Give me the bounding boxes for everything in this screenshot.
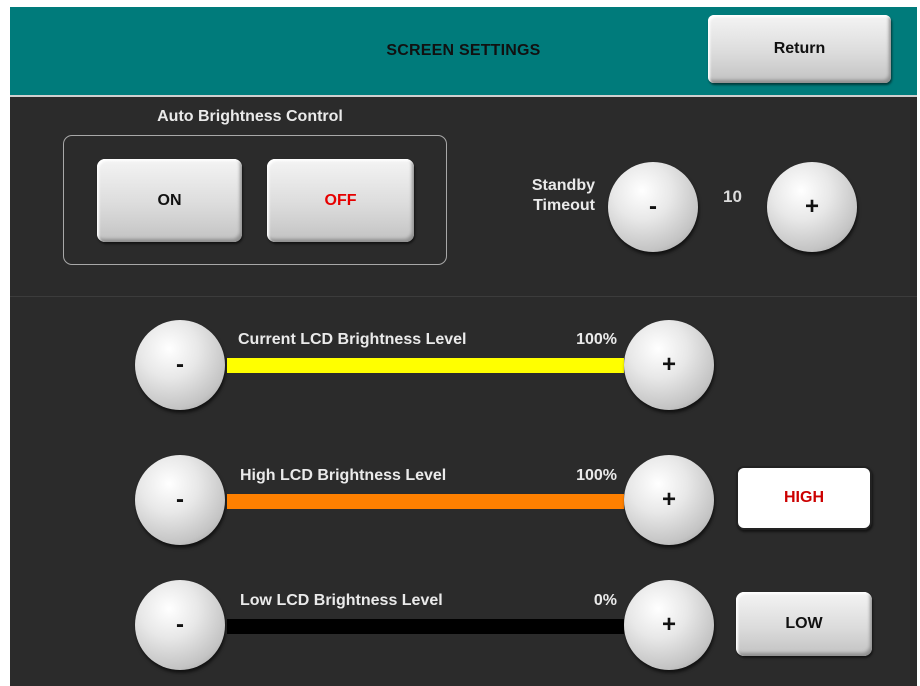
return-button[interactable]: Return: [708, 15, 891, 83]
low-mode-button[interactable]: LOW: [736, 592, 872, 656]
auto-brightness-off-button[interactable]: OFF: [267, 159, 414, 242]
current-brightness-percent: 100%: [576, 331, 617, 348]
current-brightness-fill: [227, 358, 624, 373]
standby-timeout-label: Standby Timeout: [485, 176, 595, 216]
screen-settings-panel: SCREEN SETTINGS Return Auto Brightness C…: [10, 7, 917, 686]
current-brightness-decrease-button[interactable]: -: [135, 320, 225, 410]
high-mode-button[interactable]: HIGH: [736, 466, 872, 530]
section-divider: [10, 296, 917, 297]
standby-timeout-value: 10: [723, 187, 742, 206]
low-brightness-percent: 0%: [593, 592, 617, 609]
auto-brightness-on-button[interactable]: ON: [97, 159, 242, 242]
standby-decrease-button[interactable]: -: [608, 162, 698, 252]
high-brightness-percent: 100%: [576, 467, 617, 484]
low-brightness-slider[interactable]: [227, 619, 624, 634]
high-brightness-label: High LCD Brightness Level: [240, 467, 447, 484]
high-brightness-increase-button[interactable]: +: [624, 455, 714, 545]
header-bar: SCREEN SETTINGS Return: [10, 7, 917, 97]
low-brightness-decrease-button[interactable]: -: [135, 580, 225, 670]
standby-label-line2: Timeout: [533, 197, 595, 214]
high-brightness-slider[interactable]: [227, 494, 624, 509]
low-brightness-increase-button[interactable]: +: [624, 580, 714, 670]
current-brightness-slider[interactable]: [227, 358, 624, 373]
high-brightness-decrease-button[interactable]: -: [135, 455, 225, 545]
standby-increase-button[interactable]: +: [767, 162, 857, 252]
current-brightness-label: Current LCD Brightness Level: [238, 331, 467, 348]
high-brightness-fill: [227, 494, 624, 509]
low-brightness-label: Low LCD Brightness Level: [240, 592, 443, 609]
current-brightness-increase-button[interactable]: +: [624, 320, 714, 410]
auto-brightness-label: Auto Brightness Control: [157, 108, 343, 125]
standby-label-line1: Standby: [531, 177, 595, 194]
